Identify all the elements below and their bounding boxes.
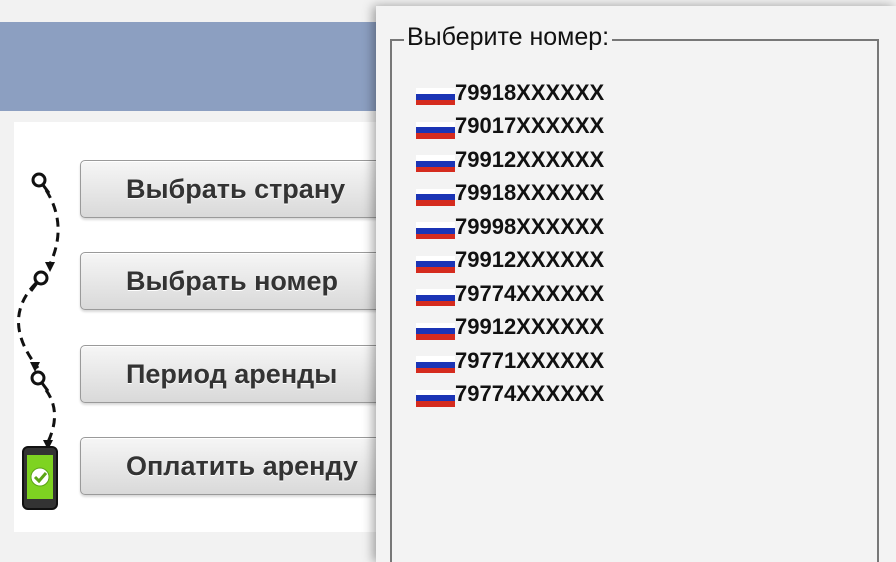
phone-number-item[interactable]: 79918XXXXXX xyxy=(416,177,836,211)
russia-flag-icon xyxy=(416,88,455,106)
phone-number-item[interactable]: 79774XXXXXX xyxy=(416,277,836,311)
phone-number-label: 79918XXXXXX xyxy=(455,180,605,206)
russia-flag-icon xyxy=(416,222,455,240)
phone-number-label: 79771XXXXXX xyxy=(455,347,605,373)
phone-number-label: 79774XXXXXX xyxy=(455,381,605,407)
phone-number-label: 79998XXXXXX xyxy=(455,213,605,239)
russia-flag-icon xyxy=(416,322,455,340)
russia-flag-icon xyxy=(416,289,455,307)
phone-check-icon xyxy=(22,446,58,510)
russia-flag-icon xyxy=(416,155,455,173)
search-icon xyxy=(31,172,51,194)
number-picker-legend: Выберите номер: xyxy=(404,22,613,52)
russia-flag-icon xyxy=(416,188,455,206)
phone-number-item[interactable]: 79918XXXXXX xyxy=(416,76,836,110)
phone-number-label: 79912XXXXXX xyxy=(455,146,605,172)
phone-number-label: 79017XXXXXX xyxy=(455,113,605,139)
russia-flag-icon xyxy=(416,389,455,407)
phone-number-item[interactable]: 79912XXXXXX xyxy=(416,244,836,278)
search-icon xyxy=(29,262,55,292)
phone-number-item[interactable]: 79998XXXXXX xyxy=(416,210,836,244)
russia-flag-icon xyxy=(416,356,455,374)
phone-number-item[interactable]: 79771XXXXXX xyxy=(416,344,836,378)
phone-number-item[interactable]: 79774XXXXXX xyxy=(416,378,836,412)
number-picker-popup: Выберите номер: 79918XXXXXX 79017XXXXXX 79… xyxy=(376,6,896,562)
phone-number-item[interactable]: 79017XXXXXX xyxy=(416,110,836,144)
phone-number-item[interactable]: 79912XXXXXX xyxy=(416,143,836,177)
number-list: 79918XXXXXX 79017XXXXXX 79912XXXXXX 79918XX… xyxy=(416,76,836,411)
phone-number-item[interactable]: 79912XXXXXX xyxy=(416,311,836,345)
phone-number-label: 79918XXXXXX xyxy=(455,79,605,105)
phone-number-label: 79912XXXXXX xyxy=(455,247,605,273)
page: Выбрать страну Выбрать номер Период арен… xyxy=(0,0,896,562)
phone-number-label: 79912XXXXXX xyxy=(455,314,605,340)
wizard-flow-diagram xyxy=(17,172,60,510)
search-icon xyxy=(30,362,50,392)
phone-number-label: 79774XXXXXX xyxy=(455,280,605,306)
russia-flag-icon xyxy=(416,121,455,139)
russia-flag-icon xyxy=(416,255,455,273)
